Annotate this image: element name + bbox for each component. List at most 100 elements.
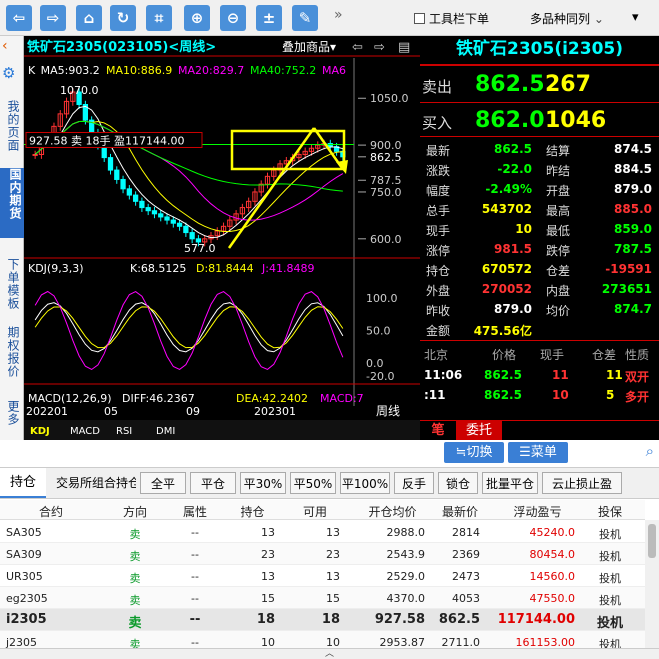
indicator-tab-rsi[interactable]: RSI (116, 426, 132, 437)
crop-icon[interactable]: ⌗ (146, 5, 172, 31)
toolbar-order-checkbox[interactable]: 工具栏下单 (414, 10, 489, 27)
search-icon[interactable]: ⌕ (574, 442, 654, 463)
action-button-5[interactable]: 反手 (394, 472, 434, 494)
table-cell: 15 (326, 592, 340, 605)
sidebar-item-order-template[interactable]: 下单模板 (2, 258, 22, 318)
sidebar-item-more[interactable]: 更多 (2, 400, 22, 430)
table-cell: 投机 (599, 572, 621, 585)
refresh-icon[interactable]: ↻ (110, 5, 136, 31)
price-label: 600.0 (370, 233, 402, 246)
position-label[interactable]: 927.58 卖 18手 盈117144.00 (29, 133, 184, 147)
more-chevron-icon[interactable]: » (334, 7, 343, 23)
kline-chart[interactable]: 铁矿石2305(023105)<周线> 叠加商品▾ ⇦ ⇨ ▤ K MA5:903.2 MA1… (24, 36, 420, 440)
multi-product-label: 多品种同列 (530, 12, 591, 26)
action-button-7[interactable]: 批量平仓 (482, 472, 538, 494)
expand-up-icon[interactable]: ︿ (0, 648, 659, 659)
column-header[interactable]: 浮动盈亏 (500, 503, 575, 520)
tick-cell: :11 (424, 388, 446, 402)
quote-value: 862.5 (494, 142, 532, 156)
layout-icon[interactable]: ▤ (398, 40, 410, 55)
action-button-6[interactable]: 锁仓 (438, 472, 478, 494)
candle-body (126, 188, 132, 196)
multi-product-select[interactable]: 多品种同列 ⌄ (530, 10, 604, 27)
tick-header-cell: 性质 (625, 348, 650, 362)
sell-price[interactable]: 862.5 (475, 72, 545, 97)
scrollbar[interactable] (645, 520, 659, 650)
buy-price[interactable]: 862.0 (475, 108, 545, 133)
indicator-tab-macd[interactable]: MACD (70, 426, 100, 437)
tab-tick[interactable]: 笔 (424, 421, 452, 440)
prev-arrow-icon[interactable]: ⇦ (352, 40, 363, 55)
action-button-4[interactable]: 平100% (340, 472, 390, 494)
tick-cell: 多开 (625, 390, 650, 404)
indicator-tab-kdj[interactable]: KDJ (30, 426, 50, 437)
back-arrow-icon[interactable]: ⇦ (6, 5, 32, 31)
scrollbar-thumb[interactable] (648, 524, 656, 558)
candle-body (183, 225, 189, 234)
sidebar-item-my-page[interactable]: 我的页面 (2, 100, 22, 160)
gear-icon[interactable]: ⚙ (2, 64, 22, 82)
quote-value: 787.5 (614, 242, 652, 256)
table-cell: 卖 (129, 528, 141, 541)
toolbar-order-label: 工具栏下单 (429, 12, 490, 26)
table-cell: 862.5 (438, 612, 480, 627)
tick-cell: 双开 (625, 370, 650, 384)
table-cell: 23 (261, 548, 275, 561)
column-header[interactable]: 合约 (6, 503, 96, 520)
price-label: 862.5 (370, 151, 402, 164)
indicator-tab-dmi[interactable]: DMI (156, 426, 175, 437)
table-cell: i2305 (6, 612, 47, 627)
price-label: 1050.0 (370, 92, 409, 105)
tab-positions[interactable]: 持仓 (0, 468, 46, 498)
table-cell: 2529.0 (386, 570, 426, 583)
quote-value: 874.7 (614, 302, 652, 316)
quote-row: 总手 543702 最高 885.0 (420, 200, 659, 220)
sidebar-item-option-quote[interactable]: 期权报价 (2, 326, 22, 386)
tab-exchange-combo[interactable]: 交易所组合持仓 (56, 468, 136, 498)
column-header[interactable]: 可用 (290, 503, 340, 520)
next-arrow-icon[interactable]: ⇨ (374, 40, 385, 55)
collapse-icon[interactable]: ‹ (2, 38, 22, 54)
column-header[interactable]: 最新价 (440, 503, 480, 520)
tab-order[interactable]: 委托 (456, 421, 502, 440)
action-button-1[interactable]: 平仓 (190, 472, 236, 494)
column-header[interactable]: 持仓 (230, 503, 275, 520)
column-header[interactable]: 投保 (590, 503, 630, 520)
column-header[interactable]: 开仓均价 (360, 503, 425, 520)
sidebar-item-domestic-futures[interactable]: 国内期货 (0, 168, 24, 238)
sell-label: 卖出 (422, 78, 453, 96)
pencil-icon[interactable]: ✎ (292, 5, 318, 31)
dropdown-arrow-icon[interactable]: ▾ (632, 10, 639, 25)
table-cell: 15 (261, 592, 275, 605)
calculator-icon[interactable]: ± (256, 5, 282, 31)
action-button-8[interactable]: 云止损止盈 (542, 472, 622, 494)
quote-value: -19591 (605, 262, 652, 276)
tick-cell: 862.5 (484, 368, 522, 382)
zoom-out-icon[interactable]: ⊖ (220, 5, 246, 31)
table-cell: 4053 (452, 592, 480, 605)
quote-value: 859.0 (614, 222, 652, 236)
quote-value: 270052 (481, 282, 532, 296)
home-icon[interactable]: ⌂ (76, 5, 102, 31)
menu-button[interactable]: ☰菜单 (508, 442, 568, 463)
column-header[interactable]: 方向 (110, 503, 160, 520)
candle-body (176, 222, 183, 227)
forward-arrow-icon[interactable]: ⇨ (40, 5, 66, 31)
chart-canvas[interactable]: 铁矿石2305(023105)<周线> 叠加商品▾ ⇦ ⇨ ▤ K MA5:903.2 MA1… (24, 36, 420, 440)
action-button-2[interactable]: 平30% (240, 472, 286, 494)
quote-row: 最新 862.5 结算 874.5 (420, 140, 659, 160)
period-label[interactable]: 周线 (376, 404, 400, 418)
column-header[interactable]: 属性 (170, 503, 220, 520)
switch-button[interactable]: ≒切换 (444, 442, 504, 463)
checkbox-icon[interactable] (414, 13, 425, 24)
ma-legend-ma40: MA40:752.2 (250, 64, 316, 77)
action-button-3[interactable]: 平50% (290, 472, 336, 494)
overlay-button[interactable]: 叠加商品▾ (282, 39, 336, 54)
action-button-0[interactable]: 全平 (140, 472, 186, 494)
ma-legend-ma6: MA6 (322, 64, 346, 77)
quote-label: 金额 (426, 324, 451, 338)
table-cell: UR305 (6, 570, 43, 583)
table-cell: 13 (326, 570, 340, 583)
zoom-in-icon[interactable]: ⊕ (184, 5, 210, 31)
quote-value: 273651 (601, 282, 652, 296)
